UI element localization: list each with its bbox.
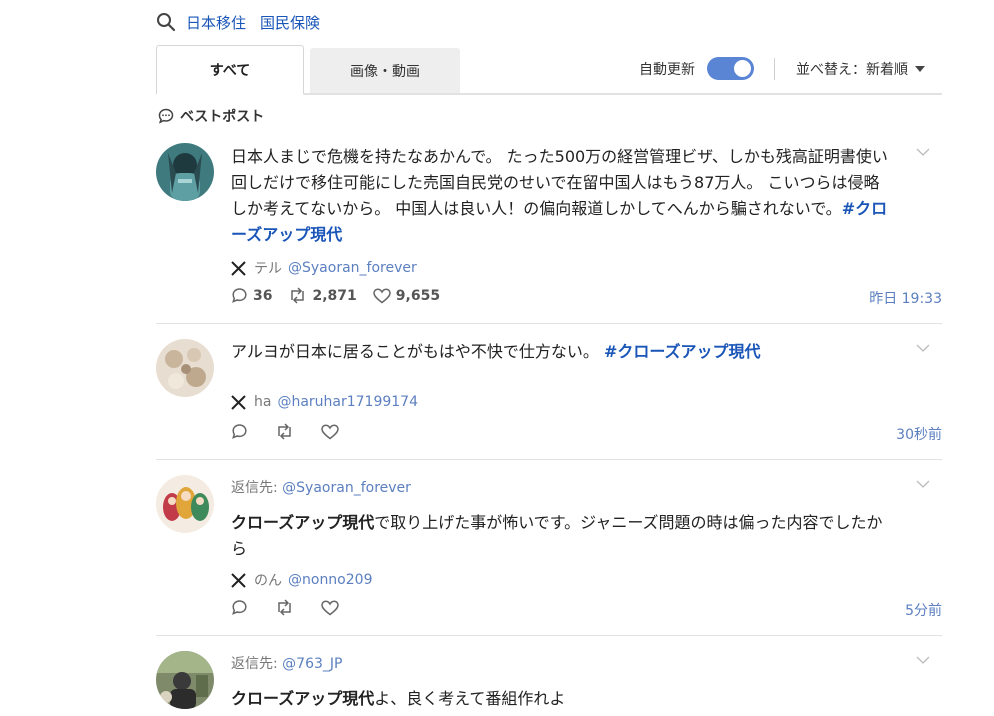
repost-button[interactable]: 2,871 [288, 287, 357, 304]
best-posts-header: ベストポスト [158, 106, 264, 126]
author-name: テル [254, 261, 282, 277]
post-text: クローズアップ現代よ、良く考えて番組作れよ [231, 689, 566, 708]
post-divider [156, 459, 942, 460]
x-logo-icon [231, 394, 246, 410]
search-keyword-2[interactable]: 国民保険 [260, 12, 320, 33]
reply-to-handle[interactable]: @Syaoran_forever [282, 480, 411, 496]
reply-icon [232, 600, 247, 615]
reply-icon [232, 424, 247, 439]
heart-icon [373, 287, 391, 303]
search-keyword-1[interactable]: 日本移住 [186, 12, 246, 33]
reply-button[interactable]: 36 [231, 287, 272, 304]
post-author[interactable]: テル @Syaoran_forever [231, 258, 891, 278]
reply-count: 36 [253, 287, 273, 304]
auto-update-toggle[interactable] [707, 57, 754, 80]
post-actions [231, 423, 891, 440]
bold-keyword: クローズアップ現代 [231, 689, 375, 708]
chevron-down-icon[interactable] [916, 656, 930, 664]
caret-down-icon [915, 66, 925, 72]
author-handle: @nonno209 [288, 572, 373, 588]
divider [774, 58, 775, 80]
chevron-down-icon[interactable] [916, 480, 930, 488]
post: アルヨが日本に居ることがもはや不快で仕方ない。 #クローズアップ現代 ha @h… [156, 336, 942, 459]
reply-button[interactable] [231, 599, 253, 616]
author-handle: @Syaoran_forever [288, 260, 417, 276]
avatar[interactable] [156, 475, 214, 533]
avatar[interactable] [156, 143, 214, 201]
reply-to-handle[interactable]: @763_JP [282, 656, 342, 672]
like-count: 9,655 [395, 287, 441, 304]
tab-media[interactable]: 画像・動画 [310, 48, 460, 93]
x-logo-icon [231, 572, 246, 588]
reply-icon [232, 288, 247, 303]
post-author[interactable]: のん @nonno209 [231, 570, 891, 590]
x-logo-icon [231, 260, 246, 276]
sort-label: 並べ替え：新着順 [796, 62, 908, 78]
repost-count: 2,871 [312, 287, 357, 304]
author-name: ha [254, 394, 272, 410]
post-text: 日本人まじで危機を持たなあかんで。 たった500万の経営管理ビザ、しかも残高証明… [231, 147, 888, 244]
repost-button[interactable] [275, 599, 299, 616]
repost-icon [278, 599, 291, 616]
post-actions [231, 599, 891, 616]
heart-icon [321, 599, 339, 615]
chevron-down-icon[interactable] [916, 344, 930, 352]
post: 返信先: @763_JP クローズアップ現代よ、良く考えて番組作れよ [156, 648, 942, 716]
avatar[interactable] [156, 651, 214, 709]
post-divider [156, 635, 942, 636]
tab-bar: すべて 画像・動画 自動更新 並べ替え：新着順 [156, 45, 942, 95]
post-actions: 36 2,871 9,655 [231, 287, 891, 304]
tab-all[interactable]: すべて [156, 45, 304, 95]
reply-context: 返信先: @763_JP [231, 656, 343, 672]
repost-icon [278, 423, 291, 440]
like-button[interactable] [321, 599, 344, 616]
post: 日本人まじで危機を持たなあかんで。 たった500万の経営管理ビザ、しかも残高証明… [156, 140, 942, 323]
toggle-knob [734, 60, 751, 77]
best-posts-label: ベストポスト [180, 109, 265, 125]
author-name: のん [254, 573, 282, 589]
post-author[interactable]: ha @haruhar17199174 [231, 394, 891, 410]
heart-icon [321, 423, 339, 439]
chat-bubble-icon [158, 108, 174, 124]
post-time[interactable]: 昨日 19:33 [869, 288, 942, 308]
avatar[interactable] [156, 339, 214, 397]
post-time[interactable]: 5分前 [905, 600, 942, 620]
reply-context: 返信先: @Syaoran_forever [231, 480, 411, 496]
post-text: クローズアップ現代で取り上げた事が怖いです。ジャニーズ問題の時は偏った内容でした… [231, 513, 883, 558]
search-icon[interactable] [156, 12, 176, 32]
search-row: 日本移住 国民保険 [156, 10, 320, 34]
like-button[interactable]: 9,655 [373, 288, 440, 304]
post-time[interactable]: 30秒前 [896, 424, 942, 444]
auto-update-label: 自動更新 [639, 62, 695, 78]
post: 返信先: @Syaoran_forever クローズアップ現代で取り上げた事が怖… [156, 472, 942, 635]
post-text: アルヨが日本に居ることがもはや不快で仕方ない。 #クローズアップ現代 [231, 342, 761, 361]
post-divider [156, 323, 942, 324]
bold-keyword: クローズアップ現代 [231, 513, 375, 532]
hashtag-link[interactable]: #クローズアップ現代 [604, 342, 761, 361]
author-handle: @haruhar17199174 [277, 394, 418, 410]
repost-button[interactable] [275, 423, 299, 440]
sort-dropdown[interactable]: 並べ替え：新着順 [796, 59, 925, 79]
reply-button[interactable] [231, 423, 253, 440]
repost-icon [291, 287, 305, 304]
chevron-down-icon[interactable] [916, 148, 930, 156]
like-button[interactable] [321, 423, 344, 440]
